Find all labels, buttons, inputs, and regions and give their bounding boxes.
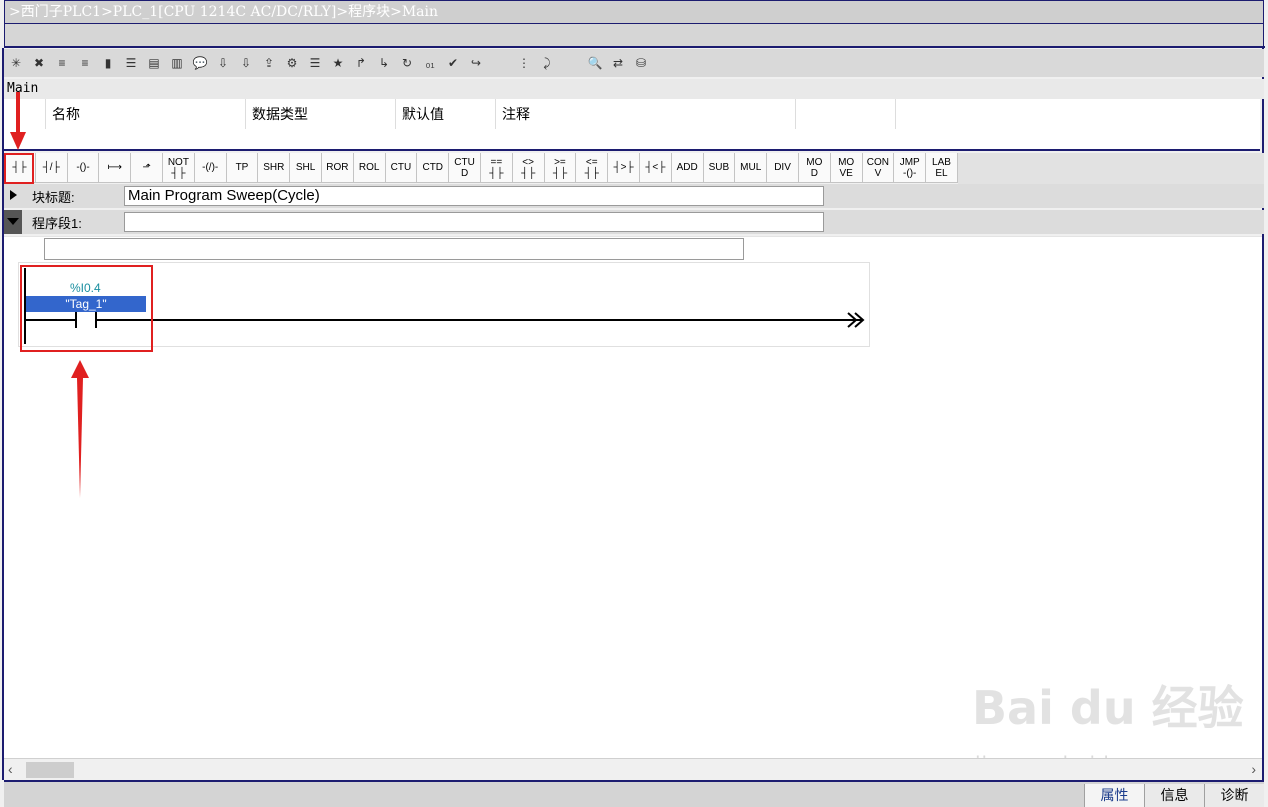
- horizontal-scrollbar[interactable]: ‹ ›: [4, 758, 1262, 780]
- tab-properties[interactable]: 属性: [1084, 784, 1144, 807]
- highlight-box-palette: [4, 153, 34, 184]
- tab-diagnostics[interactable]: 诊断: [1204, 784, 1264, 807]
- red-arrow-up-shaft: [77, 378, 83, 498]
- scroll-right-icon[interactable]: ›: [1251, 761, 1256, 777]
- highlight-box-contact: [20, 265, 153, 352]
- scroll-left-icon[interactable]: ‹: [8, 761, 13, 777]
- status-bar: 属性 信息 诊断: [4, 782, 1264, 807]
- red-arrow-down-head: [10, 132, 26, 150]
- tab-info[interactable]: 信息: [1144, 784, 1204, 807]
- scroll-thumb[interactable]: [26, 762, 74, 778]
- red-arrow-up-head: [71, 360, 89, 378]
- tia-portal-window: >西门子PLC1>PLC_1[CPU 1214C AC/DC/RLY]>程序块>…: [0, 0, 1268, 807]
- watermark-logo: Bai du 经验: [972, 681, 1244, 735]
